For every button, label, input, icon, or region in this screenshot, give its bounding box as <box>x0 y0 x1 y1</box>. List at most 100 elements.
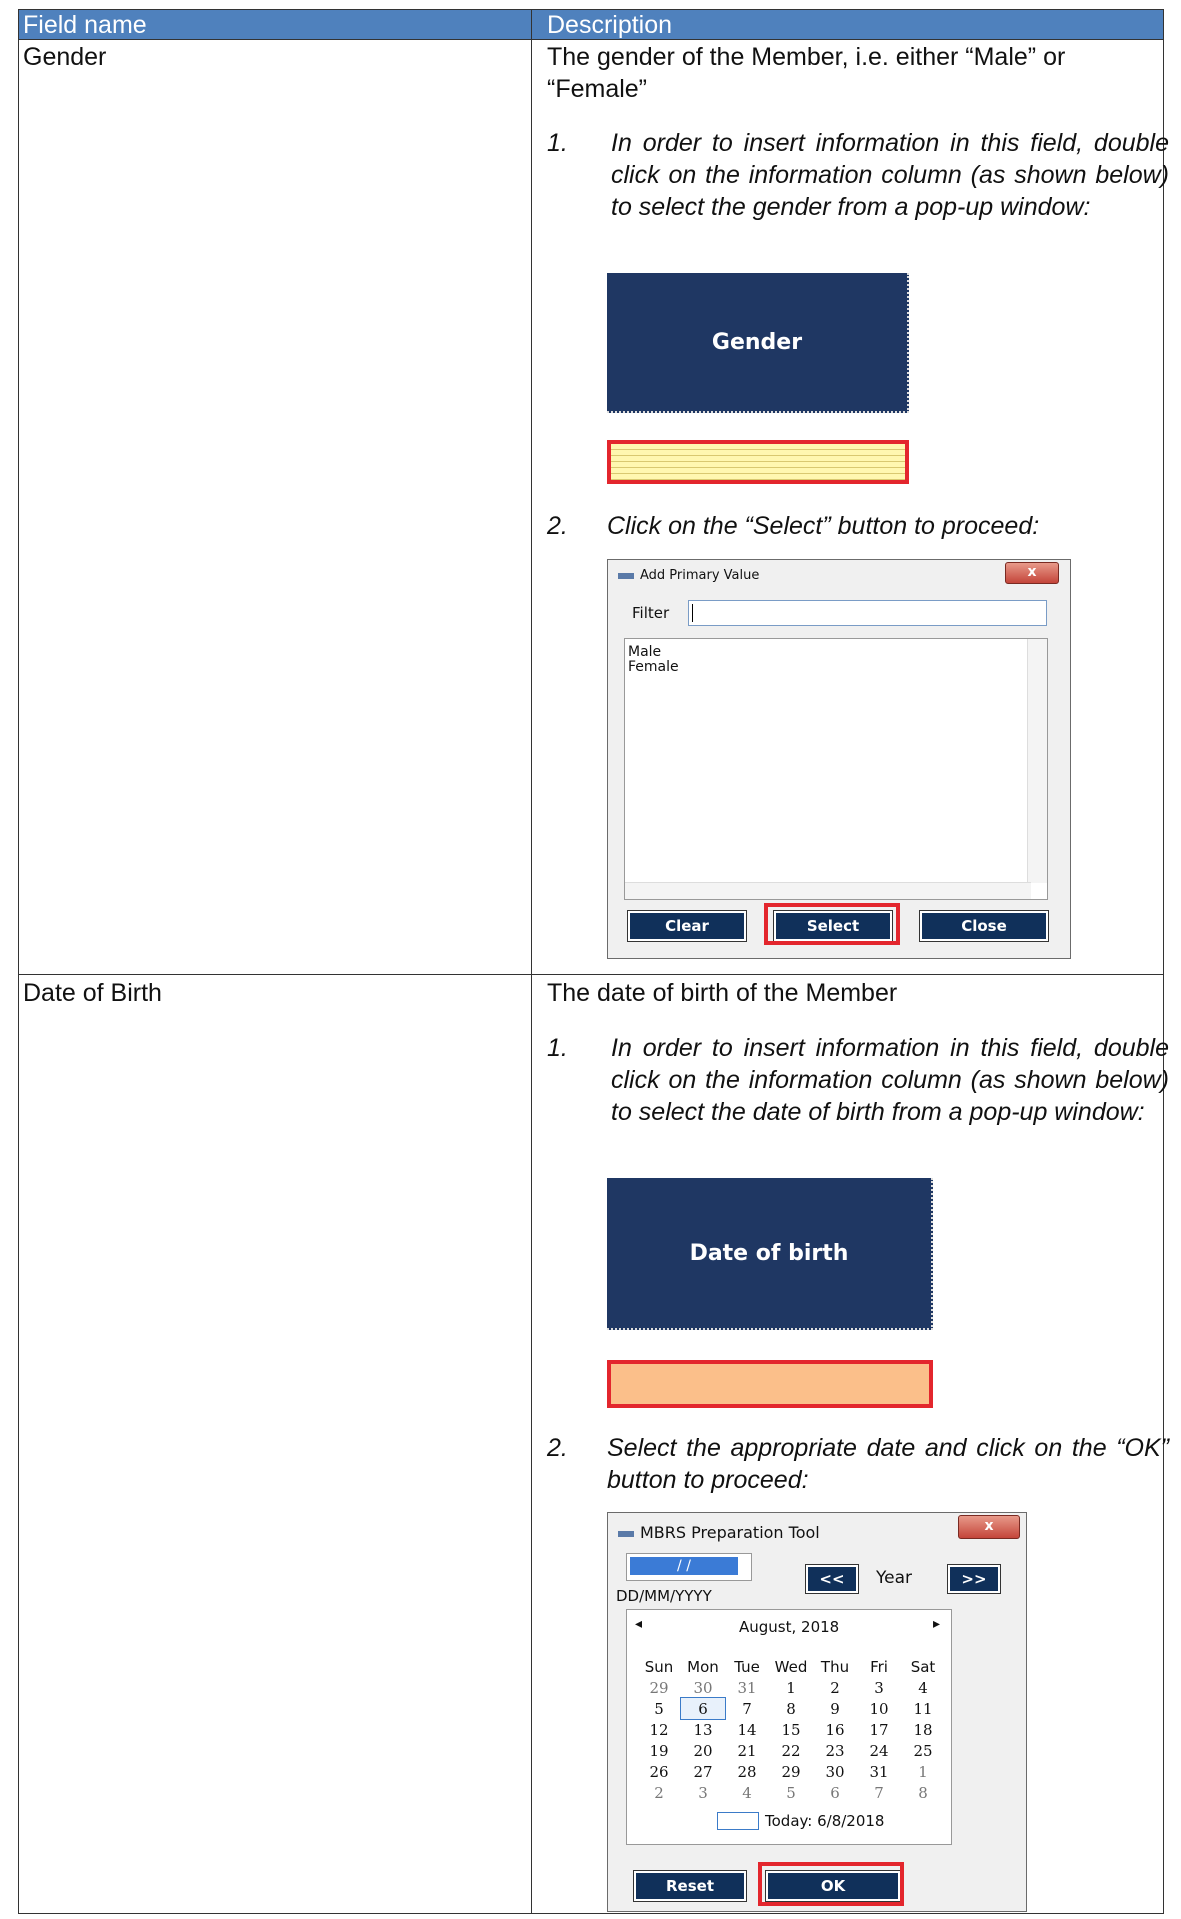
gender-step2: 2. Click on the “Select” button to proce… <box>547 510 1181 542</box>
calendar-day[interactable]: 29 <box>769 1761 813 1782</box>
text-caret <box>692 604 693 622</box>
calendar-day[interactable]: 18 <box>901 1719 945 1740</box>
calendar-day[interactable]: 5 <box>637 1698 681 1719</box>
today-marker <box>717 1812 759 1830</box>
next-month-icon[interactable]: ▸ <box>933 1616 940 1632</box>
calendar-day[interactable]: 16 <box>813 1719 857 1740</box>
header-field-name: Field name <box>23 11 147 39</box>
gender-desc-line2: “Female” <box>547 75 648 103</box>
app-icon <box>618 1530 634 1537</box>
today-link[interactable]: Today: 6/8/2018 <box>765 1812 884 1830</box>
calendar-day[interactable]: 1 <box>769 1677 813 1698</box>
gender-step2-text: Click on the “Select” button to proceed: <box>607 512 1040 540</box>
calendar-day[interactable]: 12 <box>637 1719 681 1740</box>
dob-step2: 2. Select the appropriate date and click… <box>547 1432 1181 1496</box>
calendar-day[interactable]: 30 <box>681 1677 725 1698</box>
calendar-day[interactable]: 22 <box>769 1740 813 1761</box>
calendar-day[interactable]: 21 <box>725 1740 769 1761</box>
calendar-day[interactable]: 4 <box>725 1782 769 1803</box>
date-input-value: / / <box>630 1557 738 1575</box>
calendar-day[interactable]: 10 <box>857 1698 901 1719</box>
date-input[interactable]: / / <box>626 1553 752 1581</box>
calendar-grid: Sun Mon Tue Wed Thu Fri Sat 29 30 31 1 2 3 4 5 6 7 8 9 10 1… <box>637 1656 945 1803</box>
prev-year-button[interactable]: << <box>805 1564 859 1594</box>
close-icon[interactable]: x <box>958 1515 1020 1539</box>
dob-column-header: Date of birth <box>607 1178 933 1330</box>
next-year-button[interactable]: >> <box>947 1564 1001 1594</box>
list-item[interactable]: Female <box>625 660 1047 675</box>
gender-column-header: Gender <box>607 273 909 413</box>
prev-month-icon[interactable]: ◂ <box>635 1616 642 1632</box>
dialog-title-text: MBRS Preparation Tool <box>640 1523 820 1542</box>
dob-step2-text: Select the appropriate date and click on… <box>607 1434 1169 1494</box>
close-icon[interactable]: x <box>1005 562 1059 584</box>
calendar-day[interactable]: 13 <box>681 1719 725 1740</box>
gender-desc-line1: The gender of the Member, i.e. either “M… <box>547 43 1066 71</box>
calendar-day[interactable]: 9 <box>813 1698 857 1719</box>
calendar-day[interactable]: 7 <box>857 1782 901 1803</box>
dob-input-cell-highlight[interactable] <box>607 1360 933 1408</box>
calendar-day[interactable]: 30 <box>813 1761 857 1782</box>
list-item[interactable]: Male <box>625 639 1047 660</box>
dialog-title: Add Primary Value <box>618 568 759 583</box>
weekday-label: Tue <box>734 1657 760 1676</box>
calendar-day[interactable]: 2 <box>813 1677 857 1698</box>
gender-step1: 1. In order to insert information in thi… <box>547 127 1181 257</box>
select-button-highlight <box>764 903 900 945</box>
calendar-day[interactable]: 23 <box>813 1740 857 1761</box>
calendar-day[interactable]: 20 <box>681 1740 725 1761</box>
row-divider <box>19 974 1163 975</box>
calendar-day[interactable]: 8 <box>769 1698 813 1719</box>
calendar-day[interactable]: 31 <box>725 1677 769 1698</box>
field-date-of-birth: Date of Birth <box>23 979 162 1007</box>
calendar-day[interactable]: 7 <box>725 1698 769 1719</box>
calendar-day[interactable]: 28 <box>725 1761 769 1782</box>
calendar-day[interactable]: 3 <box>681 1782 725 1803</box>
dob-step1-num: 1. <box>547 1034 568 1062</box>
weekday-label: Thu <box>820 1657 850 1676</box>
filter-input[interactable] <box>688 600 1047 626</box>
filter-label: Filter <box>632 604 670 622</box>
gender-step1-text: In order to insert information in this f… <box>611 129 1169 221</box>
calendar-day[interactable]: 8 <box>901 1782 945 1803</box>
field-gender: Gender <box>23 43 107 71</box>
calendar-day[interactable]: 24 <box>857 1740 901 1761</box>
calendar-day[interactable]: 17 <box>857 1719 901 1740</box>
dob-step2-num: 2. <box>547 1434 568 1462</box>
date-picker-dialog: MBRS Preparation Tool x / / DD/MM/YYYY <… <box>607 1512 1027 1912</box>
add-primary-value-dialog: Add Primary Value x Filter Male Female C… <box>607 559 1071 959</box>
field-table: Field name Description Gender The gender… <box>18 9 1169 1914</box>
calendar-day[interactable]: 14 <box>725 1719 769 1740</box>
gender-input-cell-highlight[interactable] <box>607 440 909 484</box>
header-description: Description <box>547 11 673 39</box>
calendar-day[interactable]: 6 <box>813 1782 857 1803</box>
reset-button[interactable]: Reset <box>633 1870 747 1902</box>
calendar-day[interactable]: 25 <box>901 1740 945 1761</box>
vertical-scrollbar[interactable] <box>1027 639 1047 883</box>
clear-button[interactable]: Clear <box>627 910 747 942</box>
calendar-day[interactable]: 5 <box>769 1782 813 1803</box>
horizontal-scrollbar[interactable] <box>625 882 1031 899</box>
calendar-day[interactable]: 6 <box>680 1697 726 1720</box>
app-icon <box>618 572 634 579</box>
column-divider <box>531 10 532 1913</box>
gender-description: The gender of the Member, i.e. either “M… <box>547 41 1181 105</box>
calendar-day[interactable]: 4 <box>901 1677 945 1698</box>
calendar-day[interactable]: 26 <box>637 1761 681 1782</box>
calendar-day[interactable]: 19 <box>637 1740 681 1761</box>
options-list[interactable]: Male Female <box>624 638 1048 900</box>
calendar-day[interactable]: 27 <box>681 1761 725 1782</box>
dialog-title-text: Add Primary Value <box>640 568 760 583</box>
calendar: ◂ August, 2018 ▸ Sun Mon Tue Wed Thu Fri Sat 2… <box>626 1609 952 1845</box>
calendar-day[interactable]: 1 <box>901 1761 945 1782</box>
calendar-day[interactable]: 15 <box>769 1719 813 1740</box>
weekday-label: Sat <box>910 1657 936 1676</box>
weekday-label: Mon <box>687 1657 719 1676</box>
weekday-label: Wed <box>774 1657 808 1676</box>
calendar-day[interactable]: 31 <box>857 1761 901 1782</box>
calendar-day[interactable]: 2 <box>637 1782 681 1803</box>
calendar-day[interactable]: 11 <box>901 1698 945 1719</box>
close-button[interactable]: Close <box>919 910 1049 942</box>
calendar-day[interactable]: 3 <box>857 1677 901 1698</box>
calendar-day[interactable]: 29 <box>637 1677 681 1698</box>
